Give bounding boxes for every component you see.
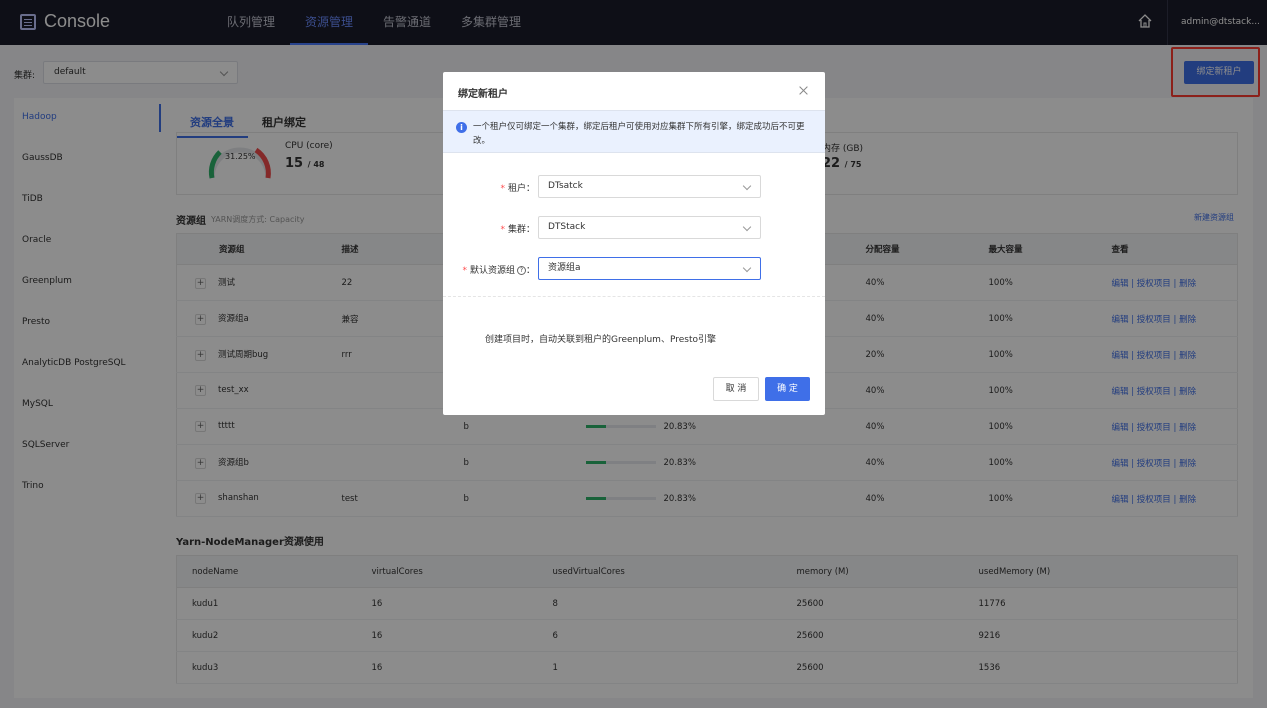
info-icon: i bbox=[456, 122, 467, 133]
default-group-label: * 默认资源组?： bbox=[462, 266, 535, 276]
cluster-field-label: * 集群： bbox=[500, 225, 535, 235]
chevron-down-icon bbox=[742, 263, 752, 273]
modal-note: 创建项目时，自动关联到租户的Greenplum、Presto引擎 bbox=[485, 335, 716, 345]
default-group-select[interactable]: 资源组a bbox=[538, 257, 761, 280]
confirm-button[interactable]: 确 定 bbox=[765, 377, 810, 401]
info-alert: i 一个租户仅可绑定一个集群，绑定后租户可使用对应集群下所有引擎，绑定成功后不可… bbox=[443, 110, 825, 153]
help-icon: ? bbox=[516, 266, 526, 275]
cancel-button[interactable]: 取 消 bbox=[713, 377, 759, 401]
modal-divider bbox=[443, 296, 825, 297]
chevron-down-icon bbox=[742, 222, 752, 232]
modal-cluster-select[interactable]: DTStack bbox=[538, 216, 761, 239]
close-icon[interactable] bbox=[799, 86, 809, 96]
chevron-down-icon bbox=[742, 181, 752, 191]
info-text: 一个租户仅可绑定一个集群，绑定后租户可使用对应集群下所有引擎，绑定成功后不可更改… bbox=[473, 122, 805, 146]
tenant-label: * 租户： bbox=[500, 184, 535, 194]
tenant-select[interactable]: DTsatck bbox=[538, 175, 761, 198]
modal-cluster-value: DTStack bbox=[548, 222, 586, 232]
default-group-value: 资源组a bbox=[548, 263, 581, 273]
modal-title: 绑定新租户 bbox=[458, 89, 508, 100]
tenant-value: DTsatck bbox=[548, 181, 583, 191]
bind-tenant-modal: 绑定新租户 i 一个租户仅可绑定一个集群，绑定后租户可使用对应集群下所有引擎，绑… bbox=[443, 72, 825, 415]
